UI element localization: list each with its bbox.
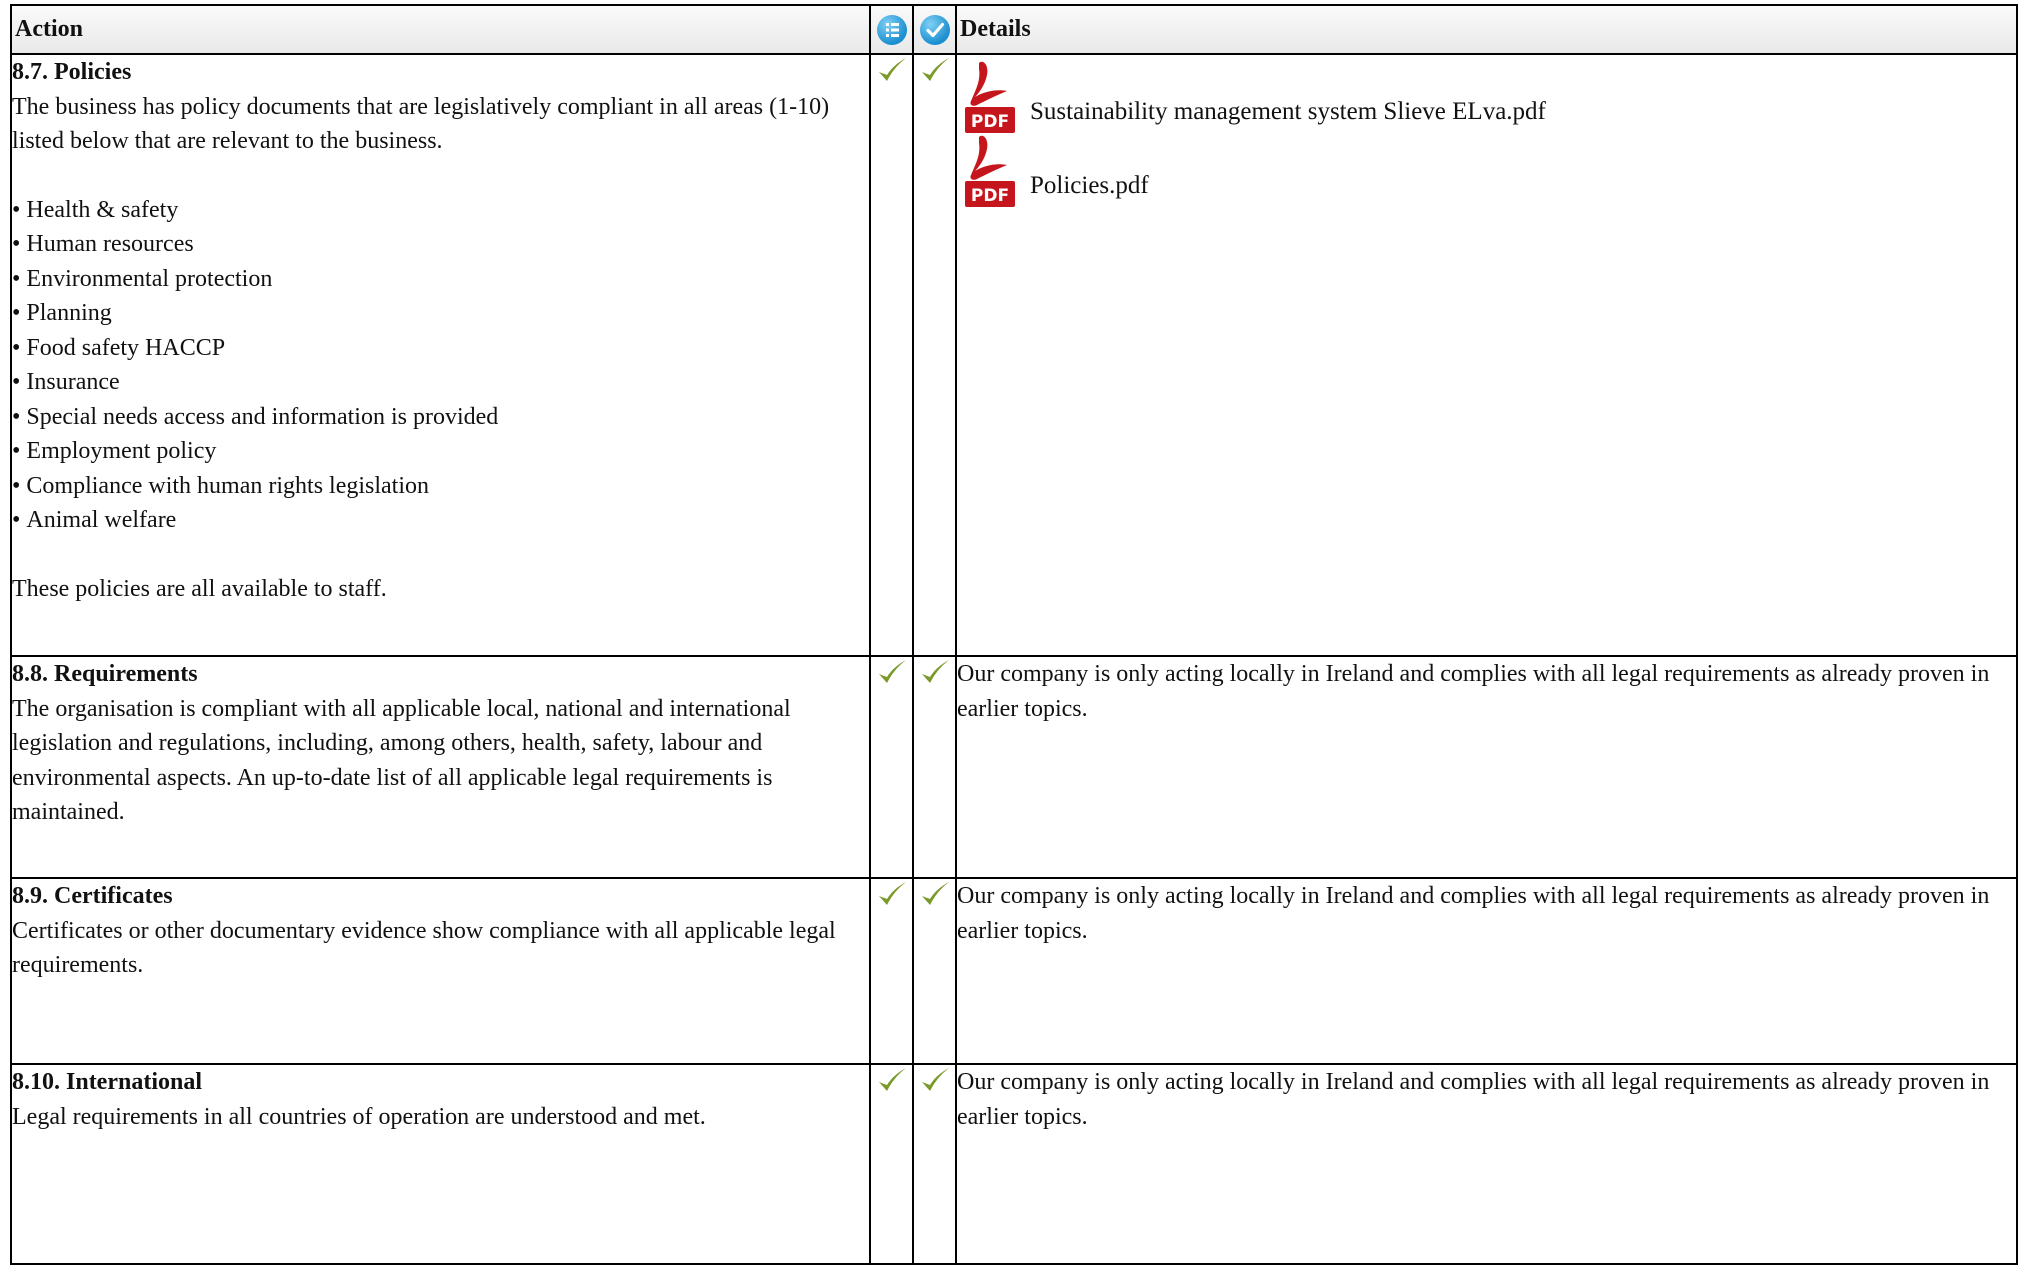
approved-mark-cell [912,1063,957,1265]
list-item: Environmental protection [12,262,869,297]
table-row: 8.7. Policies The business has policy do… [10,53,2018,657]
checkmark-icon [921,1068,949,1091]
action-cell: 8.8. Requirements The organisation is co… [10,655,871,879]
pdf-file-icon[interactable]: PDF [965,61,1015,133]
info-mark-cell [869,1063,914,1265]
list-item: Planning [12,296,869,331]
policy-list: Health & safety Human resources Environm… [12,193,869,538]
list-item: Compliance with human rights legislation [12,469,869,504]
table-header-row: Action Details [10,4,2018,55]
checkmark-icon [878,1068,906,1091]
checkmark-icon [921,882,949,905]
action-cell: 8.7. Policies The business has policy do… [10,53,871,657]
header-action: Action [10,4,871,55]
attachment-item[interactable]: PDF Policies.pdf [957,133,2016,207]
item-title: 8.8. Requirements [12,661,198,687]
action-cell: 8.9. Certificates Certificates or other … [10,877,871,1065]
checkmark-icon [878,58,906,81]
item-title: 8.9. Certificates [12,883,173,909]
svg-text:PDF: PDF [971,112,1009,132]
list-item: Animal welfare [12,503,869,538]
item-title: 8.7. Policies [12,59,132,85]
item-description: The organisation is compliant with all a… [12,695,791,826]
item-description: Legal requirements in all countries of o… [12,1103,706,1130]
item-footer-note: These policies are all available to staf… [12,575,387,602]
approved-mark-cell [912,655,957,879]
details-cell: PDF Sustainability management system Sli… [955,53,2018,657]
attachment-name[interactable]: Sustainability management system Slieve … [1030,95,1546,133]
checkmark-icon [921,58,949,81]
pdf-file-icon[interactable]: PDF [965,135,1015,207]
info-mark-cell [869,53,914,657]
list-item: Health & safety [12,193,869,228]
action-cell: 8.10. International Legal requirements i… [10,1063,871,1265]
attachment-item[interactable]: PDF Sustainability management system Sli… [957,59,2016,133]
list-item: Insurance [12,365,869,400]
checkmark-icon [878,882,906,905]
actions-table: Action Details 8.7. Policies The busines… [10,4,2018,1265]
table-row: 8.10. International Legal requirements i… [10,1063,2018,1265]
checkmark-icon [878,660,906,683]
info-mark-cell [869,877,914,1065]
list-item: Employment policy [12,434,869,469]
item-title: 8.10. International [12,1069,203,1095]
attachment-name[interactable]: Policies.pdf [1030,169,1149,207]
approved-mark-cell [912,53,957,657]
svg-text:PDF: PDF [971,186,1009,206]
details-cell: Our company is only acting locally in Ir… [955,1063,2018,1265]
table-row: 8.9. Certificates Certificates or other … [10,877,2018,1065]
list-item: Special needs access and information is … [12,400,869,435]
header-info-column [869,4,914,55]
list-item: Human resources [12,227,869,262]
attachment-list: PDF Sustainability management system Sli… [957,55,2016,207]
details-cell: Our company is only acting locally in Ir… [955,877,2018,1065]
checkmark-icon [921,660,949,683]
list-info-icon [876,14,907,45]
item-description: Certificates or other documentary eviden… [12,917,836,979]
header-details: Details [955,4,2018,55]
info-mark-cell [869,655,914,879]
header-approved-column [912,4,957,55]
approved-mark-cell [912,877,957,1065]
list-item: Food safety HACCP [12,331,869,366]
checkmark-circle-icon [919,14,950,45]
item-description: The business has policy documents that a… [12,93,830,155]
table-row: 8.8. Requirements The organisation is co… [10,655,2018,879]
details-cell: Our company is only acting locally in Ir… [955,655,2018,879]
